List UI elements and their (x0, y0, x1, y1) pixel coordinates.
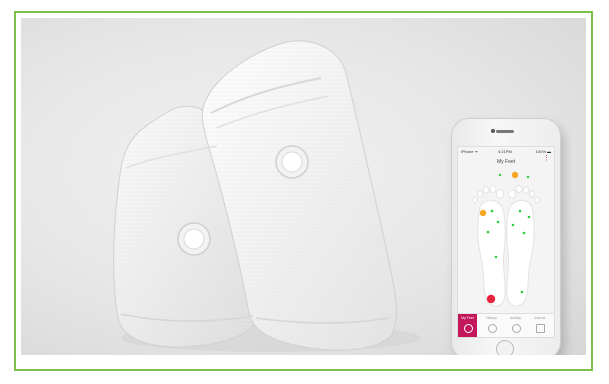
front-camera (491, 129, 495, 133)
sensor-disc-left-sock (177, 222, 211, 256)
tab-history[interactable]: History (482, 314, 501, 337)
clock-icon (488, 324, 497, 333)
sensor-dot (518, 209, 522, 213)
image-frame: iPhone ᯤ 4:21PM 100% ▬ My Feet ⋮ My Feet… (14, 11, 593, 371)
app-title: My Feet (496, 159, 516, 165)
smartphone: iPhone ᯤ 4:21PM 100% ▬ My Feet ⋮ My Feet… (451, 118, 561, 355)
activity-icon (512, 324, 521, 333)
sensor-dot (527, 215, 531, 219)
home-button (496, 340, 514, 355)
status-battery: 100% ▬ (535, 149, 551, 154)
tab-journal[interactable]: Journal (530, 314, 549, 337)
more-menu-icon[interactable]: ⋮ (543, 155, 550, 162)
journal-icon (536, 324, 545, 333)
left-foot-outline (477, 199, 506, 307)
tab-label: Journal (533, 316, 546, 320)
sensor-dot (490, 209, 494, 213)
sensor-dot (526, 175, 530, 179)
sensor-dot-warn (479, 209, 487, 217)
sensor-disc-right-sock (275, 145, 309, 179)
sensor-dot (511, 223, 515, 227)
product-photo: iPhone ᯤ 4:21PM 100% ▬ My Feet ⋮ My Feet… (21, 18, 586, 355)
tab-my-feet[interactable]: My Feet (458, 314, 477, 337)
sensor-dot (486, 230, 490, 234)
earpiece-speaker (496, 130, 514, 133)
tab-label: Activity (509, 316, 522, 320)
foot-pressure-map (472, 171, 540, 307)
status-bar: iPhone ᯤ 4:21PM 100% ▬ (458, 147, 554, 155)
sensor-dot (522, 231, 526, 235)
app-tab-bar: My Feet History Activity Journal (458, 313, 554, 337)
sensor-dot (520, 290, 524, 294)
sensor-dot (498, 173, 502, 177)
phone-screen: iPhone ᯤ 4:21PM 100% ▬ My Feet ⋮ My Feet… (457, 146, 555, 338)
status-time: 4:21PM (498, 149, 512, 154)
sensor-dot-alert (486, 294, 496, 304)
tab-label: History (486, 316, 497, 320)
status-carrier: iPhone ᯤ (461, 149, 479, 154)
sensor-dot-warn (511, 171, 519, 179)
tab-activity[interactable]: Activity (506, 314, 525, 337)
smart-socks-image (113, 40, 421, 352)
right-foot-outline (506, 199, 535, 307)
sensor-dot (494, 255, 498, 259)
sensor-dot (496, 220, 500, 224)
tab-label: My Feet (461, 316, 474, 320)
feet-icon (464, 324, 473, 333)
